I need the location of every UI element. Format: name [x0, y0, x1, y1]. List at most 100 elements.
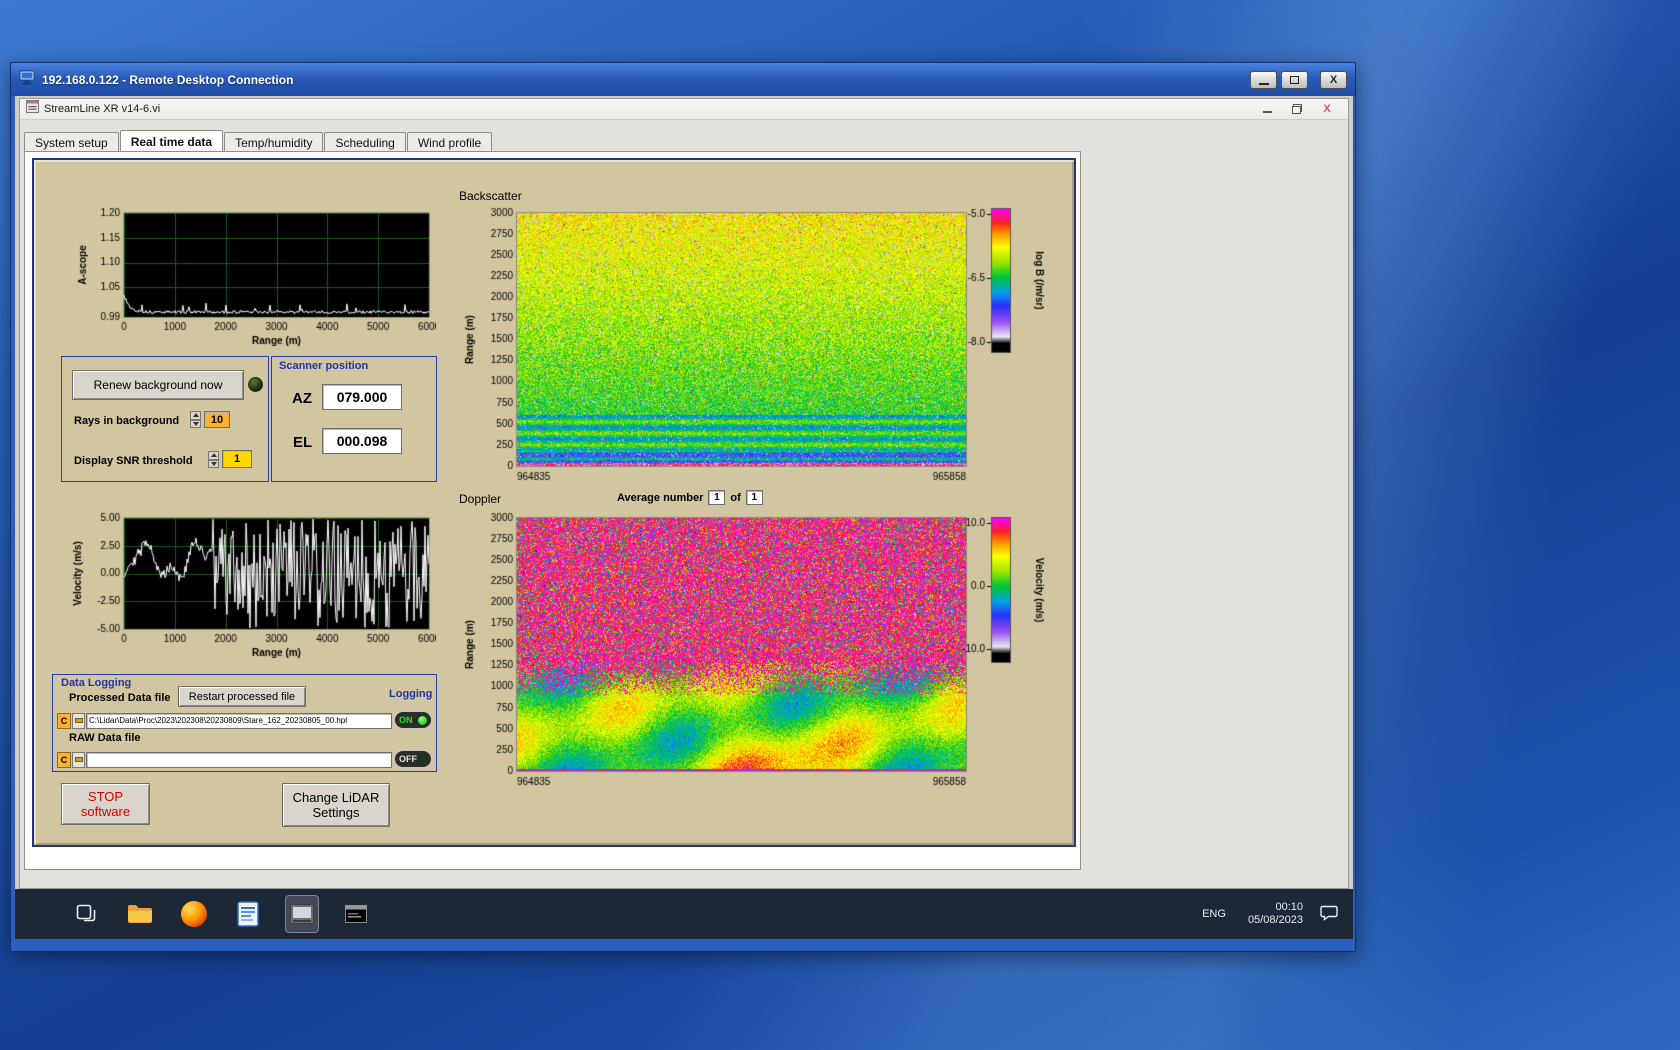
raw-path-row: C: [57, 751, 392, 768]
on-led-icon: [418, 716, 427, 725]
tab-temp-humidity[interactable]: Temp/humidity: [224, 132, 323, 152]
taskbar: ENG 00:10 05/08/2023: [15, 889, 1353, 939]
streamline-app-icon[interactable]: [285, 895, 319, 933]
velocity-plot: [61, 509, 436, 669]
app-close-button[interactable]: X: [1312, 101, 1342, 117]
raw-browse-icon[interactable]: [72, 752, 85, 768]
raw-path-input[interactable]: [86, 752, 392, 768]
rays-value-field[interactable]: 10: [204, 411, 230, 428]
rays-spinner[interactable]: [190, 411, 201, 428]
file-explorer-icon[interactable]: [123, 895, 157, 933]
rdp-window: 192.168.0.122 - Remote Desktop Connectio…: [10, 62, 1356, 952]
scanner-position-group: Scanner position AZ 079.000 EL 000.098: [271, 356, 437, 482]
processed-data-file-label: Processed Data file: [69, 692, 171, 704]
rdp-maximize-button[interactable]: [1281, 71, 1308, 89]
notification-icon[interactable]: [1319, 902, 1339, 927]
restart-processed-file-button[interactable]: Restart processed file: [178, 686, 306, 707]
firefox-logo: [181, 901, 207, 927]
spinner-down-icon[interactable]: [208, 460, 219, 469]
processed-drive-selector[interactable]: C: [57, 713, 71, 729]
clock-time: 00:10: [1248, 901, 1303, 914]
average-number-label: Average number: [617, 492, 703, 504]
taskbar-clock[interactable]: 00:10 05/08/2023: [1248, 901, 1303, 927]
stop-line2: software: [81, 804, 130, 819]
minimize-icon: [1263, 111, 1272, 113]
minimize-icon: [1259, 83, 1269, 85]
renew-background-button[interactable]: Renew background now: [72, 370, 244, 400]
maximize-icon: [1290, 76, 1299, 84]
rdp-computer-icon: [19, 70, 35, 90]
doppler-heatmap: [451, 509, 979, 801]
spinner-up-icon[interactable]: [190, 411, 201, 420]
stop-line1: STOP: [88, 789, 123, 804]
streamline-window: StreamLine XR v14-6.vi X System setup Re…: [19, 98, 1349, 889]
scan-scheduler-icon[interactable]: [339, 895, 373, 933]
snr-threshold-label: Display SNR threshold: [74, 455, 193, 467]
raw-logging-toggle[interactable]: OFF: [393, 749, 433, 769]
el-label: EL: [293, 434, 312, 451]
tab-bar: System setup Real time data Temp/humidit…: [24, 130, 493, 152]
raw-data-file-label: RAW Data file: [69, 732, 141, 744]
restore-icon: [1292, 104, 1302, 114]
backscatter-heatmap: [451, 204, 979, 496]
tab-real-time-data[interactable]: Real time data: [120, 130, 223, 152]
doppler-title: Doppler: [459, 492, 501, 506]
spinner-down-icon[interactable]: [190, 420, 201, 429]
az-value-field[interactable]: 079.000: [322, 384, 402, 410]
tab-scheduling[interactable]: Scheduling: [324, 132, 405, 152]
language-indicator[interactable]: ENG: [1196, 904, 1232, 924]
system-tray: ENG 00:10 05/08/2023: [1196, 901, 1339, 927]
firefox-icon[interactable]: [177, 895, 211, 933]
app-restore-button[interactable]: [1282, 101, 1312, 117]
scanner-position-title: Scanner position: [279, 360, 368, 372]
logging-label: Logging: [389, 688, 432, 700]
app-icon: [26, 100, 39, 118]
off-label: OFF: [399, 754, 417, 764]
change-line2: Settings: [313, 805, 360, 820]
on-label: ON: [399, 715, 413, 725]
rdp-title: 192.168.0.122 - Remote Desktop Connectio…: [42, 73, 1246, 87]
processed-logging-toggle[interactable]: ON: [393, 710, 433, 730]
stop-software-button[interactable]: STOP software: [61, 783, 150, 825]
change-lidar-settings-button[interactable]: Change LiDAR Settings: [282, 783, 390, 827]
rdp-titlebar[interactable]: 192.168.0.122 - Remote Desktop Connectio…: [11, 63, 1355, 96]
processed-browse-icon[interactable]: [72, 713, 85, 729]
of-label: of: [730, 492, 740, 504]
document-app-icon[interactable]: [231, 895, 265, 933]
off-led-icon: [418, 755, 427, 764]
doppler-colorbar: [939, 509, 1069, 809]
clock-date: 05/08/2023: [1248, 914, 1303, 927]
renew-background-led: [248, 377, 263, 392]
az-label: AZ: [292, 390, 312, 407]
el-value-field[interactable]: 000.098: [322, 428, 402, 454]
change-line1: Change LiDAR: [293, 790, 380, 805]
snr-value-field[interactable]: 1: [222, 450, 252, 468]
processed-path-input[interactable]: C:\Lidar\Data\Proc\2023\202308\20230809\…: [86, 713, 392, 729]
rdp-minimize-button[interactable]: [1250, 71, 1277, 89]
raw-drive-selector[interactable]: C: [57, 752, 71, 768]
taskbar-icons: [69, 895, 373, 933]
spinner-up-icon[interactable]: [208, 451, 219, 460]
of-count-field[interactable]: 1: [746, 490, 763, 505]
data-logging-group: Data Logging Processed Data file Restart…: [52, 674, 437, 772]
task-view-icon[interactable]: [69, 895, 103, 933]
app-title: StreamLine XR v14-6.vi: [44, 103, 1252, 115]
tab-wind-profile[interactable]: Wind profile: [407, 132, 492, 152]
processed-path-row: C C:\Lidar\Data\Proc\2023\202308\2023080…: [57, 712, 392, 729]
backscatter-title: Backscatter: [459, 189, 522, 203]
app-minimize-button[interactable]: [1252, 101, 1282, 117]
tab-system-setup[interactable]: System setup: [24, 132, 119, 152]
snr-spinner[interactable]: [208, 451, 219, 468]
average-number-field[interactable]: 1: [708, 490, 725, 505]
remote-desktop: StreamLine XR v14-6.vi X System setup Re…: [15, 96, 1353, 939]
front-panel: Backscatter Renew background now Rays in…: [32, 158, 1076, 847]
rdp-close-button[interactable]: X: [1320, 71, 1347, 89]
app-titlebar[interactable]: StreamLine XR v14-6.vi X: [20, 99, 1348, 120]
average-number-row: Average number 1 of 1: [617, 490, 763, 505]
rays-in-background-label: Rays in background: [74, 415, 179, 427]
a-scope-plot: [61, 204, 436, 354]
backscatter-colorbar: [939, 204, 1069, 504]
background-group: Renew background now Rays in background …: [61, 356, 269, 482]
data-logging-title: Data Logging: [61, 677, 131, 689]
tab-page-real-time-data: Backscatter Renew background now Rays in…: [24, 151, 1081, 870]
